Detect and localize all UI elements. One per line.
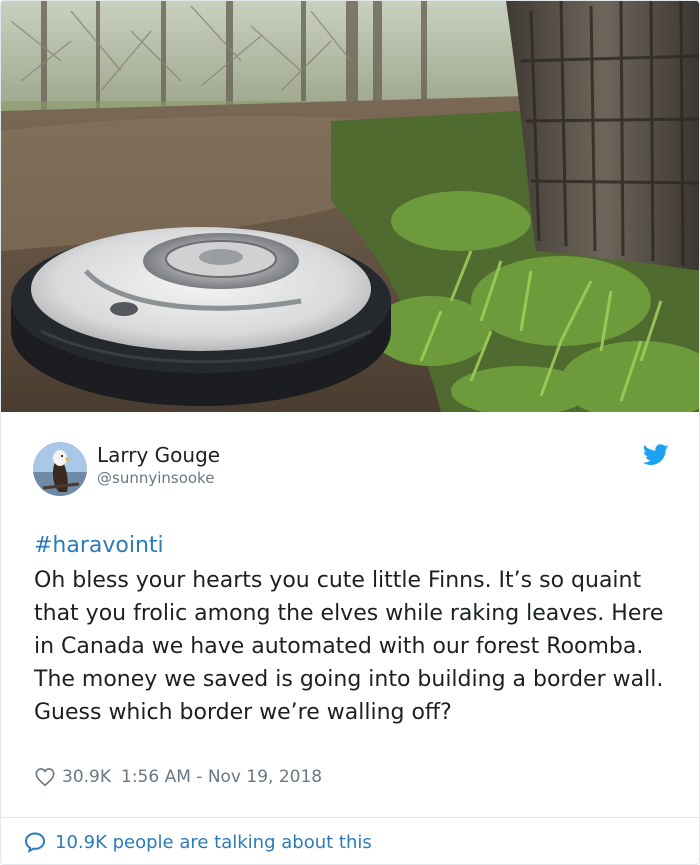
like-count[interactable]: 30.9K [62,767,111,787]
robot-vacuum-forest-photo [1,1,699,412]
user-handle[interactable]: @sunnyinsooke [97,469,214,487]
talking-count-label[interactable]: 10.9K people are talking about this [55,832,372,853]
reply-bubble-icon [24,832,46,853]
tweet-photo[interactable] [1,1,699,412]
tweet-meta: 30.9K 1:56 AM - Nov 19, 2018 [34,765,322,789]
footer-divider [1,817,699,818]
heart-icon[interactable] [34,766,56,788]
twitter-logo-icon [642,444,669,465]
hashtag-link[interactable]: #haravointi [34,533,164,558]
avatar[interactable] [33,442,87,496]
conversation-link[interactable]: 10.9K people are talking about this [23,828,372,856]
bald-eagle-avatar-icon [33,442,87,496]
user-display-name[interactable]: Larry Gouge [97,443,220,467]
tweet-timestamp[interactable]: 1:56 AM - Nov 19, 2018 [121,767,322,787]
twitter-bird-icon[interactable] [642,444,669,466]
tweet-card: Larry Gouge @sunnyinsooke #haravointi Oh… [0,0,700,865]
tweet-text: Oh bless your hearts you cute little Fin… [34,568,664,725]
